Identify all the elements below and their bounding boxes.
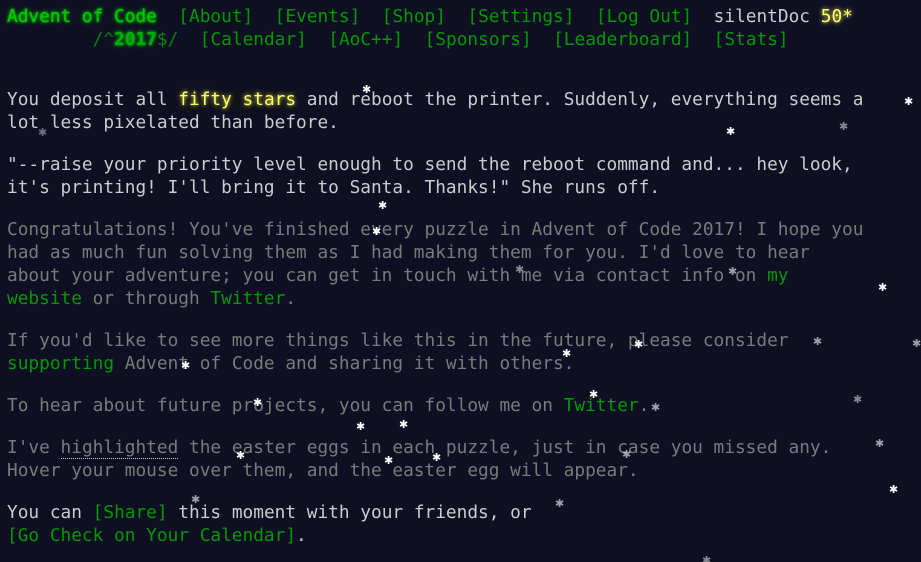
- nav-calendar-link[interactable]: [Calendar]: [200, 29, 307, 50]
- star-icon: ✱: [875, 437, 885, 450]
- text-span: If you'd like to see more things like th…: [7, 330, 789, 351]
- text-span: Congratulations! You've finished every p…: [7, 219, 864, 286]
- year-suffix: $/: [156, 29, 179, 50]
- paragraph-easter-eggs: I've highlighted the easter eggs in each…: [7, 436, 867, 482]
- nav-leaderboard-link[interactable]: [Leaderboard]: [553, 29, 692, 50]
- star-icon: ✱: [904, 95, 914, 108]
- paragraph-share: You can [Share] this moment with your fr…: [7, 501, 867, 547]
- star-count: 50*: [820, 6, 853, 27]
- site-header: Advent of Code [About] [Events] [Shop] […: [7, 5, 921, 51]
- text-span: You can: [7, 502, 93, 523]
- twitter-link[interactable]: Twitter: [210, 288, 285, 309]
- text-span: .: [285, 288, 297, 309]
- nav-stats-link[interactable]: [Stats]: [714, 29, 789, 50]
- follow-twitter-link[interactable]: Twitter: [564, 395, 639, 416]
- text-span: or through: [81, 288, 211, 309]
- star-icon: ✱: [912, 337, 921, 350]
- text-span: I've: [7, 437, 61, 458]
- nav-about-link[interactable]: [About]: [178, 6, 253, 27]
- year-link[interactable]: /^2017$/: [93, 29, 179, 50]
- text-span: this moment with your friends, or: [167, 502, 532, 523]
- paragraph-quote: "--raise your priority level enough to s…: [7, 154, 853, 198]
- nav-events-link[interactable]: [Events]: [275, 6, 361, 27]
- header-row-1: Advent of Code [About] [Events] [Shop] […: [7, 5, 921, 28]
- secondary-nav: [Calendar] [AoC++] [Sponsors] [Leaderboa…: [200, 29, 789, 50]
- paragraph-congratulations: Congratulations! You've finished every p…: [7, 218, 867, 310]
- username: silentDoc: [713, 6, 811, 27]
- text-span: You deposit all: [7, 89, 179, 110]
- fifty-stars-highlight: fifty stars: [178, 89, 297, 110]
- nav-sponsors-link[interactable]: [Sponsors]: [425, 29, 532, 50]
- supporting-link[interactable]: supporting: [7, 353, 114, 374]
- text-span: Advent of Code and sharing it with other…: [114, 353, 575, 374]
- share-link[interactable]: [Share]: [93, 502, 168, 523]
- nav-shop-link[interactable]: [Shop]: [382, 6, 446, 27]
- year-label: 2017: [114, 29, 157, 50]
- paragraph-support: If you'd like to see more things like th…: [7, 329, 867, 375]
- text-span: .: [638, 395, 650, 416]
- go-check-calendar-link[interactable]: [Go Check on Your Calendar]: [7, 525, 296, 546]
- nav-aocplusplus-link[interactable]: [AoC++]: [328, 29, 403, 50]
- header-row-2: /^2017$/ [Calendar] [AoC++] [Sponsors] […: [7, 28, 921, 51]
- paragraph-follow: To hear about future projects, you can f…: [7, 394, 867, 417]
- site-title-link[interactable]: Advent of Code: [7, 6, 157, 27]
- primary-nav: [About] [Events] [Shop] [Settings] [Log …: [178, 6, 692, 27]
- star-icon: ✱: [878, 281, 888, 294]
- nav-settings-link[interactable]: [Settings]: [467, 6, 574, 27]
- main-content: You deposit all fifty stars and reboot t…: [7, 88, 867, 562]
- text-span: .: [296, 525, 307, 546]
- text-span: To hear about future projects, you can f…: [7, 395, 564, 416]
- highlighted-toggle[interactable]: highlighted: [60, 437, 179, 459]
- year-prefix: /^: [92, 29, 115, 50]
- paragraph-deposit-stars: You deposit all fifty stars and reboot t…: [7, 88, 867, 134]
- star-icon: ✱: [889, 483, 899, 496]
- nav-logout-link[interactable]: [Log Out]: [596, 6, 692, 27]
